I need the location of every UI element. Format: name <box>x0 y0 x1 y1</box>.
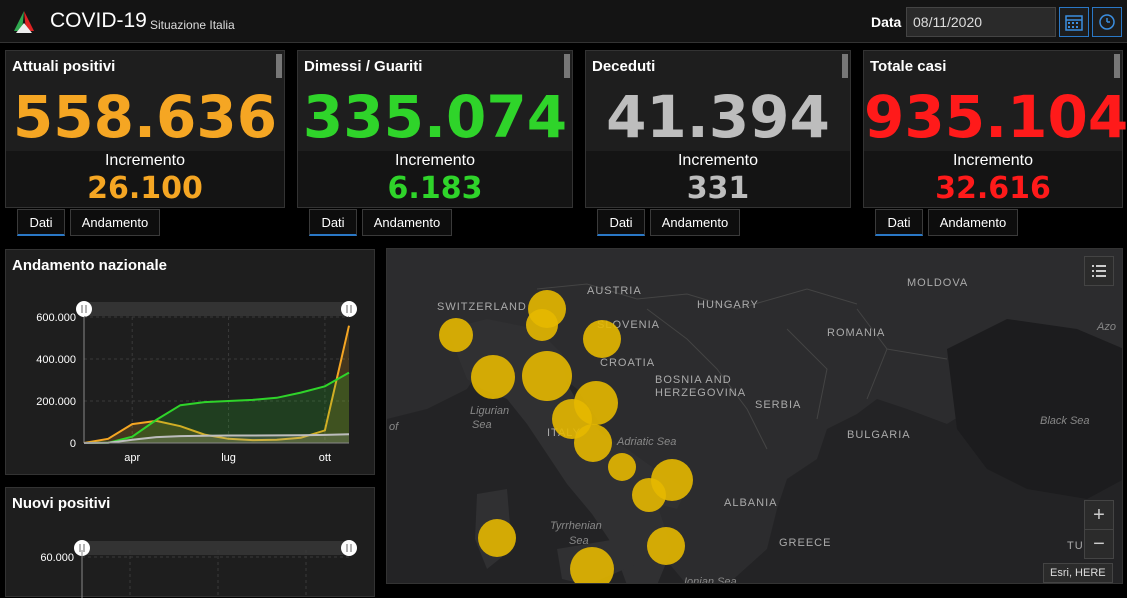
card-scrollbar[interactable] <box>1114 54 1120 78</box>
date-input[interactable]: 08/11/2020 <box>906 7 1056 37</box>
tab-dati[interactable]: Dati <box>875 209 923 236</box>
card-scrollbar[interactable] <box>276 54 282 78</box>
range-slider-handle <box>341 301 357 317</box>
list-icon <box>1092 265 1106 277</box>
top-bar: COVID-19 Situazione Italia Data 08/11/20… <box>0 0 1127 43</box>
increment-label: Incremento <box>952 152 1034 169</box>
card-totale-casi: Totale casi 935.104 Incremento 32.616 <box>863 50 1127 208</box>
card-title: Dimessi / Guariti <box>304 58 423 75</box>
increment-value: 32.616 <box>935 171 1051 206</box>
y-tick-label: 600.000 <box>36 312 76 324</box>
app-subtitle: Situazione Italia <box>150 18 235 32</box>
andamento-nazionale-panel: Andamento nazionale 600.000 400.000 200.00… <box>5 249 375 475</box>
calendar-icon <box>1065 15 1083 31</box>
card-dimessi-guariti: Dimessi / Guariti 335.074 Incremento 6.1… <box>297 50 573 208</box>
region-case-bubble <box>526 309 558 341</box>
y-tick-label: 400.000 <box>36 354 76 366</box>
range-slider-track <box>84 302 349 316</box>
legend-button[interactable] <box>1084 256 1114 286</box>
card-value: 335.074 <box>302 83 568 151</box>
increment-value: 6.183 <box>387 171 483 206</box>
nuovi-positivi-panel: Nuovi positivi 60.000 <box>5 487 375 598</box>
card-title: Attuali positivi <box>12 58 116 75</box>
card-deceduti: Deceduti 41.394 Incremento 331 <box>585 50 851 208</box>
region-case-bubble <box>478 519 516 557</box>
card-scrollbar[interactable] <box>842 54 848 78</box>
card-title: Totale casi <box>870 58 947 75</box>
y-tick-label: 0 <box>70 438 76 450</box>
region-case-bubble <box>583 320 621 358</box>
date-label: Data <box>871 14 902 30</box>
increment-value: 26.100 <box>87 171 203 206</box>
region-case-bubble <box>570 547 614 583</box>
tab-andamento[interactable]: Andamento <box>650 209 740 236</box>
slider-handle-knob <box>341 540 357 556</box>
time-button[interactable] <box>1092 7 1122 37</box>
region-case-bubble <box>632 478 666 512</box>
tab-andamento[interactable]: Andamento <box>928 209 1018 236</box>
clock-icon <box>1099 14 1115 30</box>
italy-map[interactable]: AUSTRIA SWITZERLAND HUNGARY MOLDOVA SLOVENIA… <box>386 248 1123 584</box>
card-attuali-positivi: Attuali positivi 558.636 Incremento 26.1… <box>5 50 285 208</box>
andamento-chart: 600.000 400.000 200.000 0 apr lug ott <box>36 301 357 464</box>
increment-label: Incremento <box>104 152 186 169</box>
covid-logo-icon <box>14 11 34 33</box>
y-tick-label: 60.000 <box>40 552 74 564</box>
calendar-button[interactable] <box>1059 7 1089 37</box>
card-value: 558.636 <box>12 83 278 151</box>
card-scrollbar[interactable] <box>564 54 570 78</box>
slider-handle-knob <box>76 301 92 317</box>
x-tick-label: apr <box>124 452 140 464</box>
card-value: 935.104 <box>864 83 1127 151</box>
y-tick-label: 200.000 <box>36 396 76 408</box>
region-case-bubble <box>574 424 612 462</box>
tab-dati[interactable]: Dati <box>309 209 357 236</box>
increment-label: Incremento <box>394 152 476 169</box>
case-bubbles <box>439 290 693 583</box>
x-tick-label: lug <box>221 452 236 464</box>
app-title: COVID-19 <box>50 9 147 32</box>
tab-andamento[interactable]: Andamento <box>70 209 160 236</box>
map-attribution[interactable]: Esri, HERE <box>1043 563 1113 583</box>
region-case-bubble <box>608 453 636 481</box>
tab-dati[interactable]: Dati <box>597 209 645 236</box>
nuovi-positivi-chart: 60.000 <box>40 540 357 598</box>
x-tick-label: ott <box>319 452 331 464</box>
card-title: Deceduti <box>592 58 656 75</box>
increment-label: Incremento <box>677 152 759 169</box>
range-slider-handle <box>76 301 92 317</box>
tab-dati[interactable]: Dati <box>17 209 65 236</box>
region-case-bubble <box>647 527 685 565</box>
slider-handle-knob <box>341 301 357 317</box>
zoom-in-button[interactable]: + <box>1084 500 1114 530</box>
region-case-bubble <box>471 355 515 399</box>
increment-value: 331 <box>686 171 750 206</box>
tab-andamento[interactable]: Andamento <box>362 209 452 236</box>
region-case-bubble <box>439 318 473 352</box>
range-slider-track <box>82 541 349 555</box>
region-case-bubble <box>522 351 572 401</box>
card-value: 41.394 <box>606 83 830 151</box>
range-slider-handle <box>341 540 357 556</box>
zoom-out-button[interactable]: − <box>1084 529 1114 559</box>
